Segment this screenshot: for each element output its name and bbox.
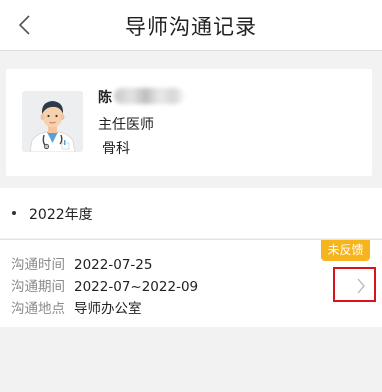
- redacted-name-blur: [114, 88, 184, 104]
- doctor-department: 骨科: [102, 141, 130, 157]
- record-time-label: 沟通时间: [11, 257, 65, 273]
- doctor-title: 主任医师: [98, 117, 154, 133]
- year-section-header: 2022年度: [0, 188, 382, 238]
- record-period-row: 沟通期间 2022-07~2022-09: [11, 275, 198, 295]
- record-time-value: 2022-07-25: [74, 257, 153, 273]
- record-location-label: 沟通地点: [11, 301, 65, 317]
- communication-record-item[interactable]: 沟通时间 2022-07-25 沟通期间 2022-07~2022-09 沟通地点导…: [0, 239, 382, 327]
- record-time-row: 沟通时间 2022-07-25: [11, 253, 152, 273]
- record-period-label: 沟通期间: [11, 279, 65, 295]
- doctor-avatar: [22, 91, 83, 152]
- year-label: 2022年度: [29, 207, 93, 223]
- doctor-card: 陈 主任医师 骨科: [6, 69, 372, 176]
- record-location-value: 导师办公室: [74, 301, 142, 317]
- record-location-row: 沟通地点 导师办公室: [11, 297, 142, 317]
- doctor-name: 陈: [98, 90, 112, 106]
- record-period-value: 2022-07~2022-09: [74, 279, 199, 295]
- chevron-right-icon[interactable]: [356, 278, 366, 294]
- nav-header: 导师沟通记录: [0, 0, 382, 51]
- page-title: 导师沟通记录: [125, 15, 257, 39]
- bullet-dot: [12, 211, 16, 215]
- status-badge: 未反馈: [321, 240, 370, 261]
- highlight-box: [333, 267, 376, 302]
